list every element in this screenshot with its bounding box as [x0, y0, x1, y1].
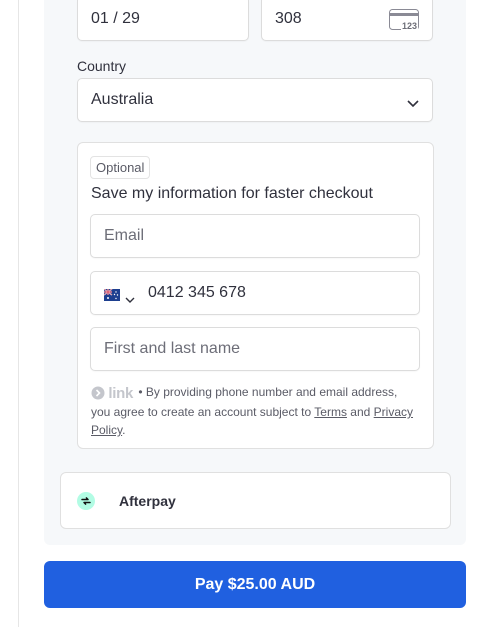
country-select[interactable]: Australia: [77, 78, 433, 122]
left-divider: [18, 0, 19, 627]
country-value: Australia: [91, 91, 154, 108]
afterpay-icon: [77, 492, 95, 510]
pay-button-label: Pay $25.00 AUD: [194, 575, 316, 593]
link-logo: link: [91, 385, 133, 403]
phone-field[interactable]: 0412 345 678: [90, 271, 420, 315]
terms-link[interactable]: Terms: [314, 405, 347, 419]
link-save-heading: Save my information for faster checkout: [91, 185, 373, 202]
pay-button[interactable]: Pay $25.00 AUD: [44, 561, 466, 608]
optional-badge: Optional: [90, 156, 151, 179]
expiry-value: 01 / 29: [91, 9, 140, 27]
afterpay-label: Afterpay: [119, 493, 176, 509]
name-field[interactable]: First and last name: [90, 327, 420, 371]
expiry-input[interactable]: 01 / 29: [77, 0, 249, 41]
card-cvc-icon-text: 123: [400, 21, 418, 31]
australia-flag-icon: [103, 288, 120, 306]
link-wordmark: link: [108, 385, 133, 402]
cvc-value: 308: [275, 9, 302, 27]
email-placeholder: Email: [104, 227, 145, 244]
chevron-down-icon: [407, 95, 419, 113]
and-text: and: [350, 405, 371, 419]
country-code-selector[interactable]: [103, 286, 138, 303]
chevron-down-icon: [125, 291, 135, 309]
link-disclaimer: link • By providing phone number and ema…: [91, 383, 419, 439]
name-placeholder: First and last name: [104, 340, 241, 357]
email-field[interactable]: Email: [90, 214, 420, 258]
payment-panel: 01 / 29 308 123 Country Australia Option…: [44, 0, 466, 545]
country-label: Country: [77, 58, 127, 74]
card-cvc-icon: 123: [389, 9, 420, 31]
link-save-card: Optional Save my information for faster …: [77, 142, 434, 449]
afterpay-option[interactable]: Afterpay: [60, 472, 451, 529]
period-text: .: [122, 423, 126, 437]
cvc-input[interactable]: 308 123: [261, 0, 433, 41]
phone-value: 0412 345 678: [148, 284, 246, 301]
